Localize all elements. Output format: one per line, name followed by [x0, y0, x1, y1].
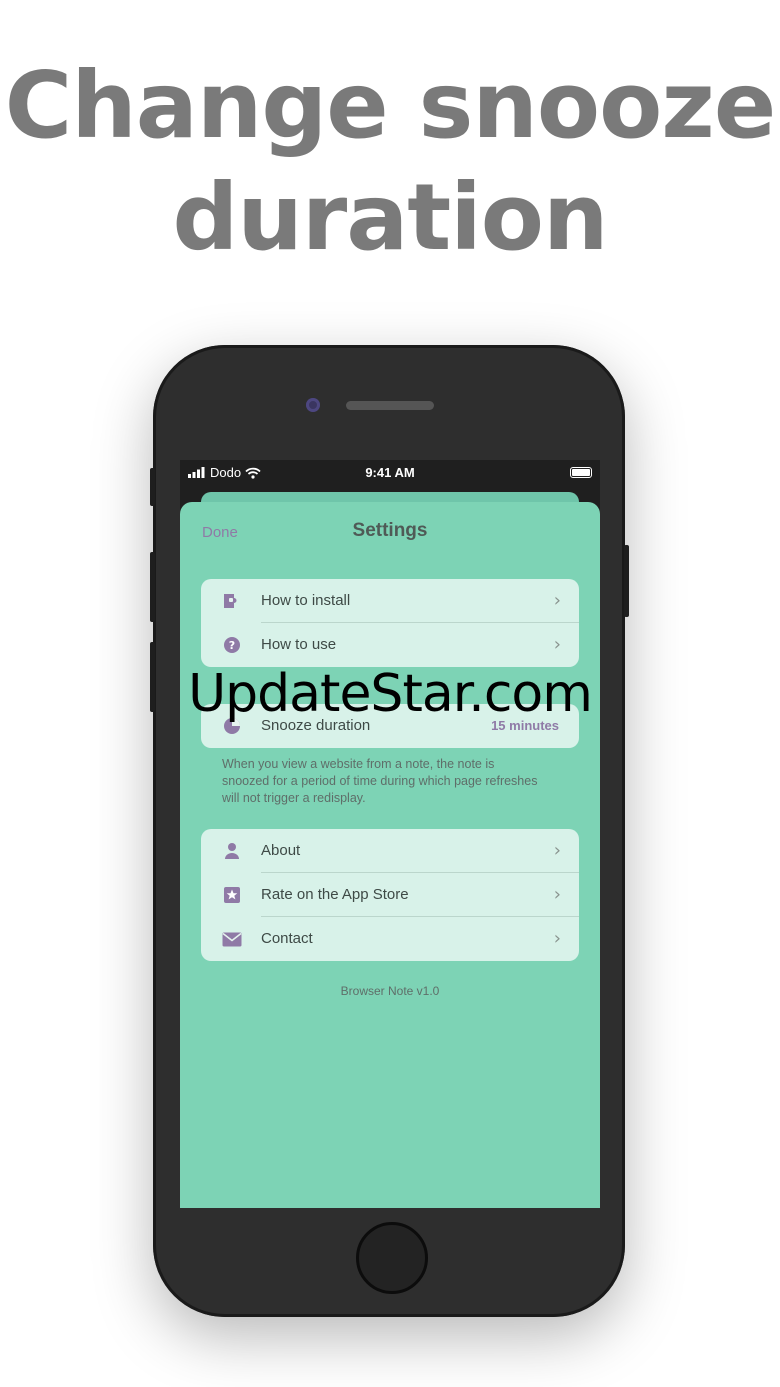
chevron-right-icon: ›	[553, 884, 561, 905]
row-label: How to install	[261, 592, 351, 609]
row-label: About	[261, 842, 301, 859]
home-button[interactable]	[356, 1222, 428, 1294]
question-icon: ?	[221, 635, 243, 655]
row-label: Contact	[261, 930, 313, 947]
mute-switch	[150, 468, 155, 506]
row-how-to-install[interactable]: How to install ›	[201, 579, 579, 623]
row-label: Rate on the App Store	[261, 886, 409, 903]
row-how-to-use[interactable]: ? How to use ›	[201, 623, 579, 667]
status-bar: Dodo 9:41 AM	[180, 460, 600, 484]
watermark: UpdateStar.com	[188, 664, 593, 724]
person-icon	[221, 841, 243, 861]
app-version: Browser Note v1.0	[340, 984, 440, 998]
info-group: About › Rate on the App Store › Contact …	[201, 829, 579, 961]
row-label: How to use	[261, 636, 337, 653]
headline-line-2: duration	[172, 164, 608, 271]
front-camera	[306, 398, 320, 412]
earpiece-speaker	[346, 401, 434, 410]
svg-text:?: ?	[229, 639, 235, 652]
headline: Change snooze duration	[0, 50, 780, 274]
chevron-right-icon: ›	[553, 634, 561, 655]
battery-icon	[570, 467, 592, 478]
chevron-right-icon: ›	[553, 928, 561, 949]
page-title: Settings	[352, 520, 428, 541]
status-time: 9:41 AM	[365, 465, 415, 480]
chevron-right-icon: ›	[553, 590, 561, 611]
star-icon	[221, 885, 243, 905]
row-about[interactable]: About ›	[201, 829, 579, 873]
chevron-right-icon: ›	[553, 840, 561, 861]
headline-line-1: Change snooze	[4, 52, 776, 159]
settings-sheet: Done Settings How to install › ? How to …	[180, 502, 600, 1208]
snooze-footnote: When you view a website from a note, the…	[222, 757, 538, 805]
phone-screen: Dodo 9:41 AM Done Settings How to instal…	[180, 460, 600, 1208]
help-group: How to install › ? How to use ›	[201, 579, 579, 667]
envelope-icon	[221, 929, 243, 949]
row-contact[interactable]: Contact ›	[201, 917, 579, 961]
volume-up-button	[150, 552, 155, 622]
puzzle-icon	[221, 591, 243, 611]
power-button	[624, 545, 629, 617]
row-rate[interactable]: Rate on the App Store ›	[201, 873, 579, 917]
